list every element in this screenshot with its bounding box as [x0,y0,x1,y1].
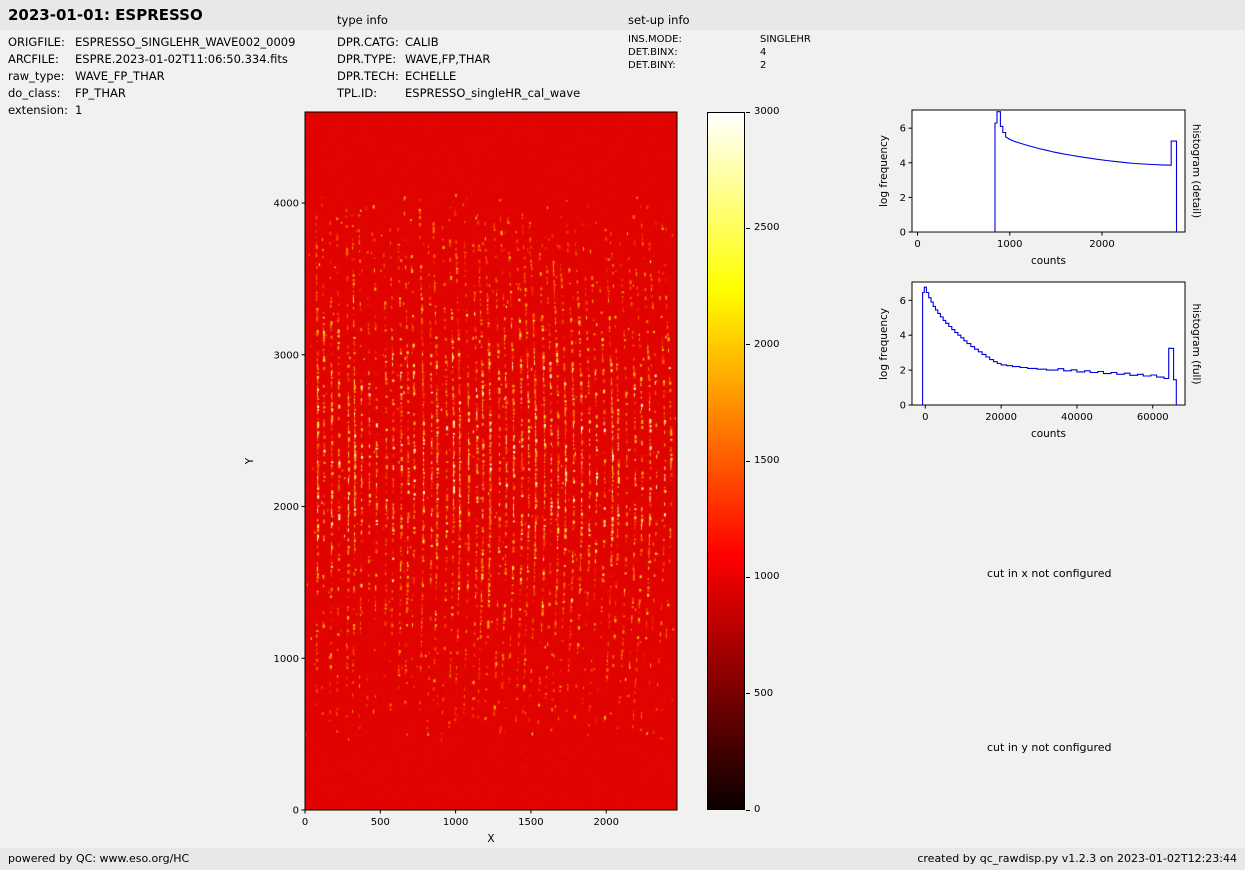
hist-detail-plot: 0 1000 2000 0 2 4 6 counts [900,109,1186,267]
colorbar-tick-mark [746,111,750,113]
detector-y-axis-label: Y [244,457,256,465]
hist-full-y-tick-label: 6 [900,296,906,307]
colorbar-tick-mark [746,576,750,578]
hist-detail-x-tick-label: 0 [914,239,920,250]
hist-detail-x-axis-label: counts [1031,255,1066,267]
hist-full-x-tick-label: 40000 [1061,412,1093,423]
colorbar-tick-label: 2500 [754,222,780,234]
detector-axes-y-tick-label: 4000 [274,199,299,210]
hist-full-plot: 0 20000 40000 60000 0 2 4 6 counts [900,281,1186,440]
hist-detail-y-tick-label: 4 [900,158,906,169]
colorbar-tick-label: 2000 [754,338,780,350]
figure-area: Y 0 500 1000 1500 2000 2500 3000 log frequency… [0,0,1245,870]
hist-full-x-axis-label: counts [1031,428,1066,440]
colorbar-tick-label: 0 [754,804,761,815]
hist-detail-y-tick-label: 0 [900,228,906,239]
detector-axes-x-tick-label: 500 [371,817,390,828]
cut-x-message: cut in x not configured [987,567,1112,580]
detector-axes-y-tick-label: 2000 [274,502,299,513]
detector-axes-x-tick-label: 1000 [443,817,468,828]
hist-detail-x-tick-label: 2000 [1089,239,1114,250]
colorbar-tick-mark [746,227,750,229]
detector-image [305,112,677,810]
colorbar-tick-mark [746,344,750,346]
hist-detail-y-tick-label: 6 [900,124,906,135]
hist-detail-x-tick-label: 1000 [997,239,1022,250]
hist-detail-curve [912,111,1178,232]
detector-axes-x-tick-label: 2000 [593,817,618,828]
hist-full-x-tick-label: 20000 [985,412,1017,423]
hist-full-y-tick-label: 0 [900,401,906,412]
colorbar-tick-label: 500 [754,687,774,699]
hist-full-curve [922,286,1177,405]
qc-report-page: 2023-01-01: ESPRESSO type info set-up in… [0,0,1245,870]
detector-axes-y-tick-label: 3000 [274,350,299,361]
hist-full-y-tick-label: 4 [900,331,906,342]
cut-y-message: cut in y not configured [987,741,1112,754]
detector-axes-x-tick-label: 0 [302,817,308,828]
colorbar-tick-mark [746,693,750,695]
hist-full-y-axis-label: log frequency [878,307,890,381]
hist-full-y-tick-label: 2 [900,366,906,377]
detector-axes-x-axis-label: X [487,833,494,845]
hist-full-plot-box [911,281,1186,406]
colorbar-tick-label: 1000 [754,571,780,583]
colorbar-tick-label: 3000 [754,106,780,117]
footer-credit: powered by QC: www.eso.org/HC [8,852,190,865]
colorbar [707,112,745,810]
footer-created-by: created by qc_rawdisp.py v1.2.3 on 2023-… [917,852,1237,865]
colorbar-tick-mark [746,460,750,462]
hist-full-x-tick-label: 0 [922,412,928,423]
colorbar-tick-mark [746,809,750,811]
hist-detail-y-tick-label: 2 [900,193,906,204]
detector-axes-y-tick-label: 0 [293,806,299,817]
colorbar-tick-label: 1500 [754,455,780,466]
hist-detail-plot-box [911,109,1186,233]
detector-axes-y-tick-label: 1000 [274,654,299,665]
hist-detail-title: histogram (detail) [1190,123,1202,219]
detector-axes-x-tick-label: 1500 [518,817,543,828]
hist-full-title: histogram (full) [1190,303,1202,385]
hist-full-x-tick-label: 60000 [1137,412,1169,423]
hist-detail-y-axis-label: log frequency [878,134,890,208]
